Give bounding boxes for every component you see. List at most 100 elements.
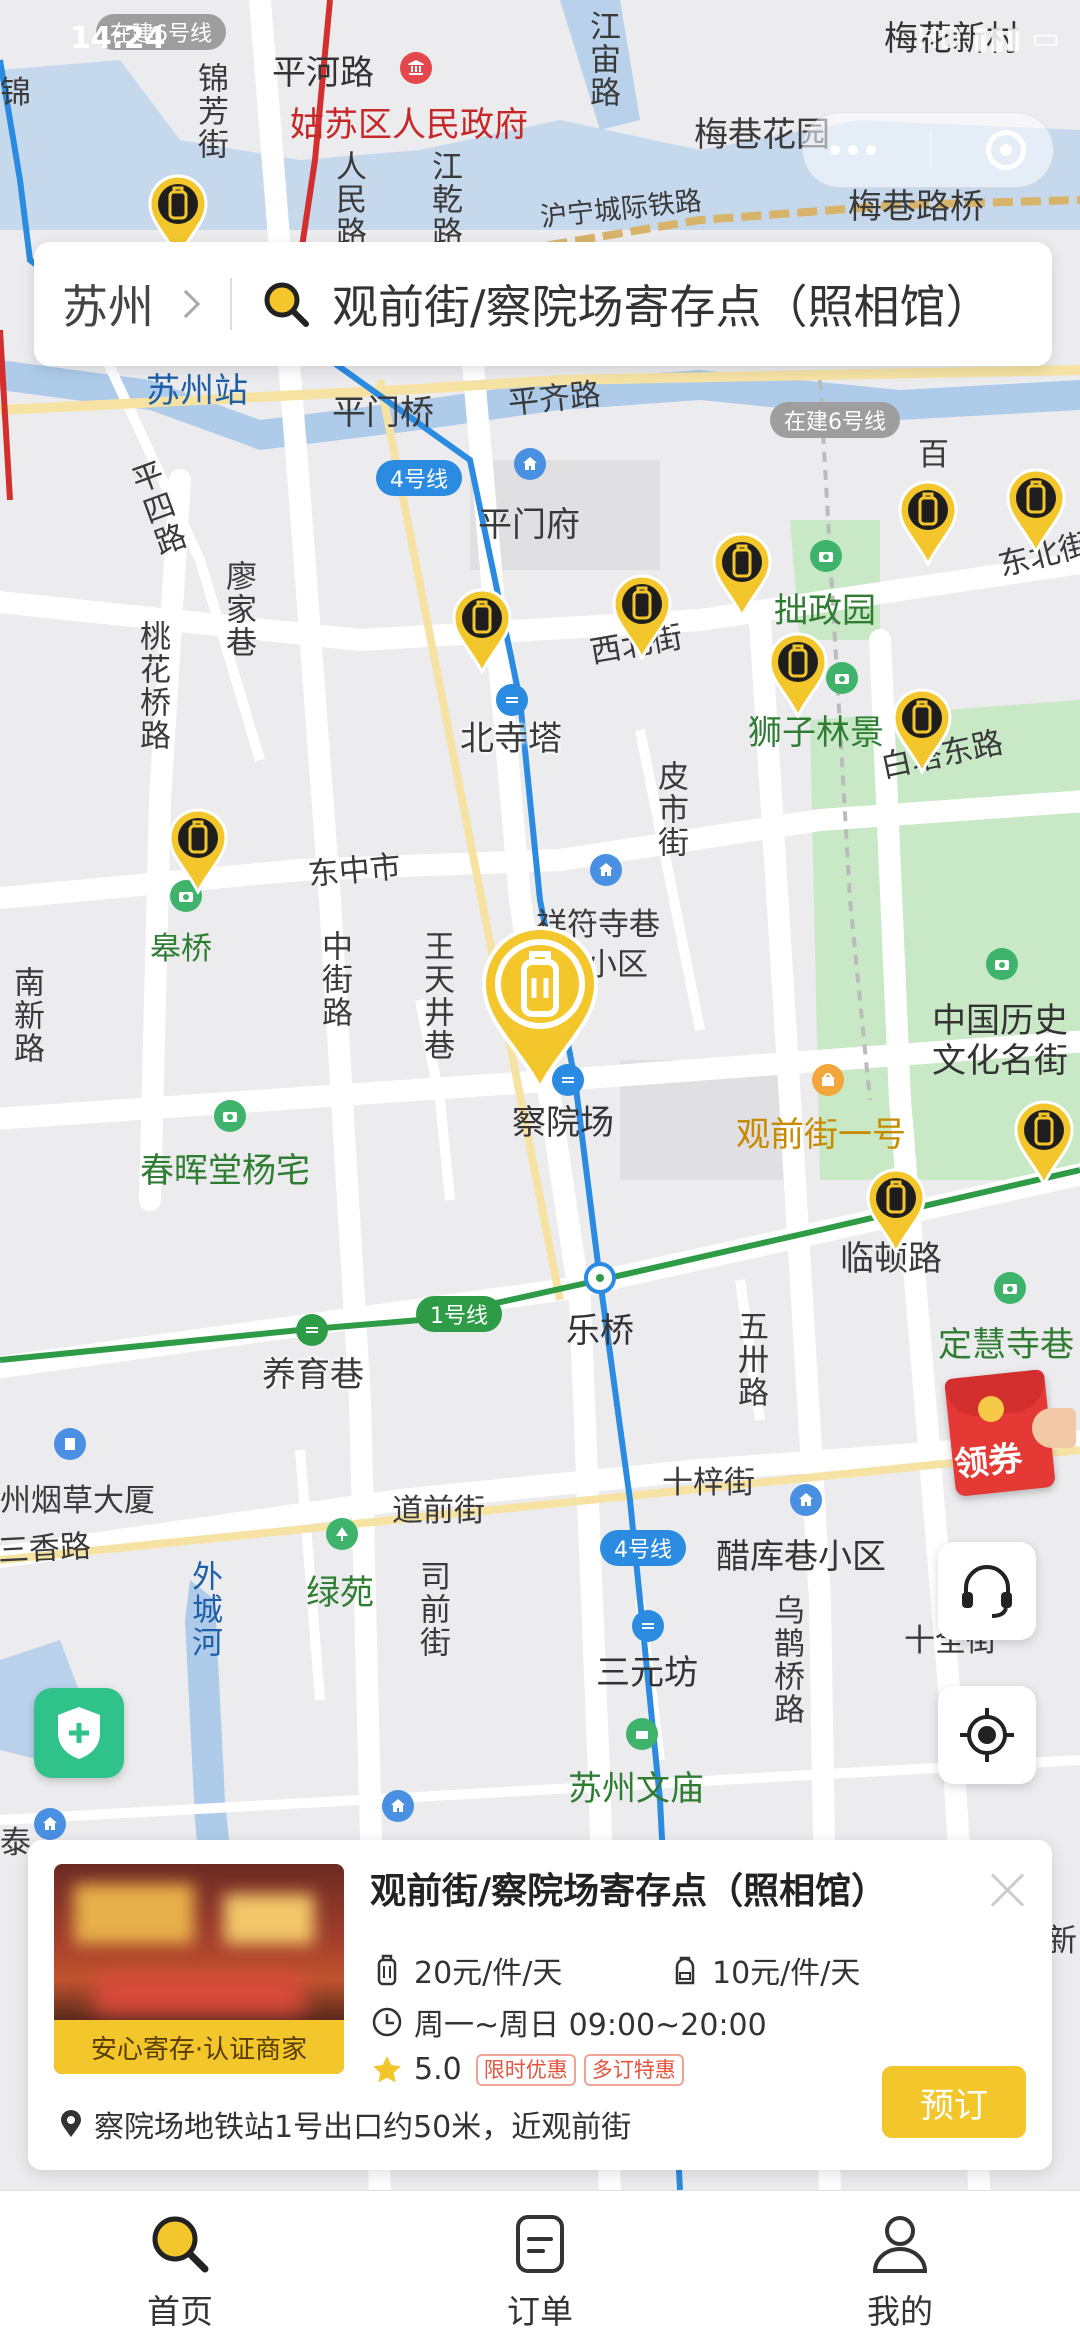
price-small-luggage: 10元/件/天 [668,1948,860,1992]
place-label: 姑苏区人民政府 [290,105,528,145]
street-label: 北寺塔 [460,719,562,759]
opening-hours: 周一~周日 09:00~20:00 [370,2000,767,2044]
place-label: 州烟草大厦 [0,1483,155,1519]
certified-badge: 安心寄存·认证商家 [54,2020,344,2074]
search-icon [152,2216,209,2273]
photo-blur [74,1884,194,1944]
street-label: 养育巷 [262,1355,364,1395]
place-label: 定慧寺巷 [938,1325,1074,1365]
luggage-pin-icon[interactable] [450,586,514,674]
luggage-pin-icon[interactable] [610,572,674,660]
miniprogram-capsule [802,112,1054,188]
museum-icon [626,1718,658,1750]
home-icon [514,448,546,480]
place-label: 春晖堂杨宅 [140,1151,310,1191]
close-miniprogram-icon[interactable] [985,130,1026,170]
place-label: 文化名街 [932,1041,1068,1081]
river-label: 外城河 [186,1560,222,1659]
street-label: 皮市街 [652,760,688,859]
status-time: 14:24 [70,20,166,56]
camera-icon [810,540,842,572]
headset-icon [962,1565,1012,1618]
promo-tag: 多订特惠 [583,2053,684,2086]
star-icon [373,2055,401,2082]
store-card[interactable]: 安心寄存·认证商家 观前街/察院场寄存点（照相馆） 20元/件/天 10元/件/… [28,1840,1052,2170]
more-icon[interactable] [830,145,877,155]
luggage-pin-icon[interactable] [1012,1098,1076,1186]
camera-icon [826,662,858,694]
order-icon [516,2215,564,2273]
street-label: 锦 [0,75,31,111]
selected-luggage-pin-icon[interactable] [478,922,602,1092]
store-title: 观前街/察院场寄存点（照相馆） [370,1871,888,1912]
photo-blur [94,1974,304,2014]
chevron-right-icon [171,289,201,319]
locate-icon [960,1708,1014,1762]
luggage-pin-icon[interactable] [1004,466,1068,554]
tree-icon [326,1518,358,1550]
street-label: 人民路 [330,150,366,249]
photo-blur [224,1894,314,1944]
battery-icon: ▭ [1031,20,1060,56]
camera-icon [986,948,1018,980]
street-label: 南新路 [8,966,44,1065]
camera-icon [214,1100,246,1132]
home-icon [382,1790,414,1822]
tab-profile[interactable]: 我的 [720,2191,1080,2340]
customer-service-button[interactable] [938,1542,1036,1640]
signal-icon: ▮▮▮ [972,20,1022,56]
street-label: 百 [918,437,949,473]
hand-icon [1032,1408,1076,1448]
tab-orders[interactable]: 订单 [360,2191,720,2340]
luggage-pin-icon[interactable] [896,478,960,566]
place-label: 察院场 [512,1103,614,1143]
location-pin-icon [61,2110,81,2137]
search-bar[interactable]: 苏州 观前街/察院场寄存点（照相馆） [34,242,1052,366]
place-label: 中国历史 [932,1001,1068,1041]
street-label: 道前街 [392,1493,485,1529]
hours-text: 周一~周日 09:00~20:00 [414,2008,767,2043]
book-button[interactable]: 预订 [882,2066,1026,2138]
bottom-tab-bar: 首页 订单 我的 [0,2190,1080,2340]
clock-icon [372,2007,402,2037]
luggage-pin-icon[interactable] [864,1166,928,1254]
capsule-divider [930,131,932,169]
store-photo[interactable]: 安心寄存·认证商家 [54,1864,344,2074]
street-label: 乌鹊桥路 [768,1594,804,1726]
luggage-pin-icon[interactable] [710,530,774,618]
search-input[interactable]: 观前街/察院场寄存点（照相馆） [332,271,1024,337]
shop-icon [812,1064,844,1096]
signal-label: HD [916,20,963,56]
locate-button[interactable] [938,1686,1036,1784]
tab-label: 订单 [507,2292,573,2331]
luggage-pin-icon[interactable] [890,686,954,774]
place-label: 三元坊 [596,1653,698,1693]
place-label: 拙政园 [774,591,876,631]
promo-tag: 限时优惠 [475,2053,576,2086]
search-icon [264,282,309,327]
close-icon[interactable] [986,1868,1030,1912]
place-label: 苏州文庙 [568,1769,704,1809]
price-small-text: 10元/件/天 [712,1956,861,1991]
user-icon [872,2216,928,2273]
street-label: 梅巷路桥 [848,187,984,227]
street-label: 五卅路 [732,1310,768,1409]
coupon-button[interactable]: 领券 [940,1369,1076,1498]
envelope-seal [978,1396,1004,1422]
street-label: 江乾路 [426,150,462,249]
place-label: 狮子林景 [748,713,884,753]
luggage-pin-icon[interactable] [766,630,830,718]
street-label: 司前街 [414,1560,450,1659]
street-label: 王天井巷 [418,930,454,1062]
price-large-luggage: 20元/件/天 [370,1948,562,1992]
tab-home[interactable]: 首页 [0,2191,360,2340]
insurance-button[interactable] [34,1688,124,1778]
street-label: 平门桥 [332,393,434,433]
city-selector[interactable]: 苏州 [62,271,154,337]
metro-line-tag: 1号线 [416,1296,502,1332]
divider [230,278,232,330]
luggage-pin-icon[interactable] [166,806,230,894]
place-label: 观前街一号 [736,1115,906,1155]
metro-station-icon [296,1314,328,1346]
place-label: 醋库巷小区 [716,1537,886,1577]
